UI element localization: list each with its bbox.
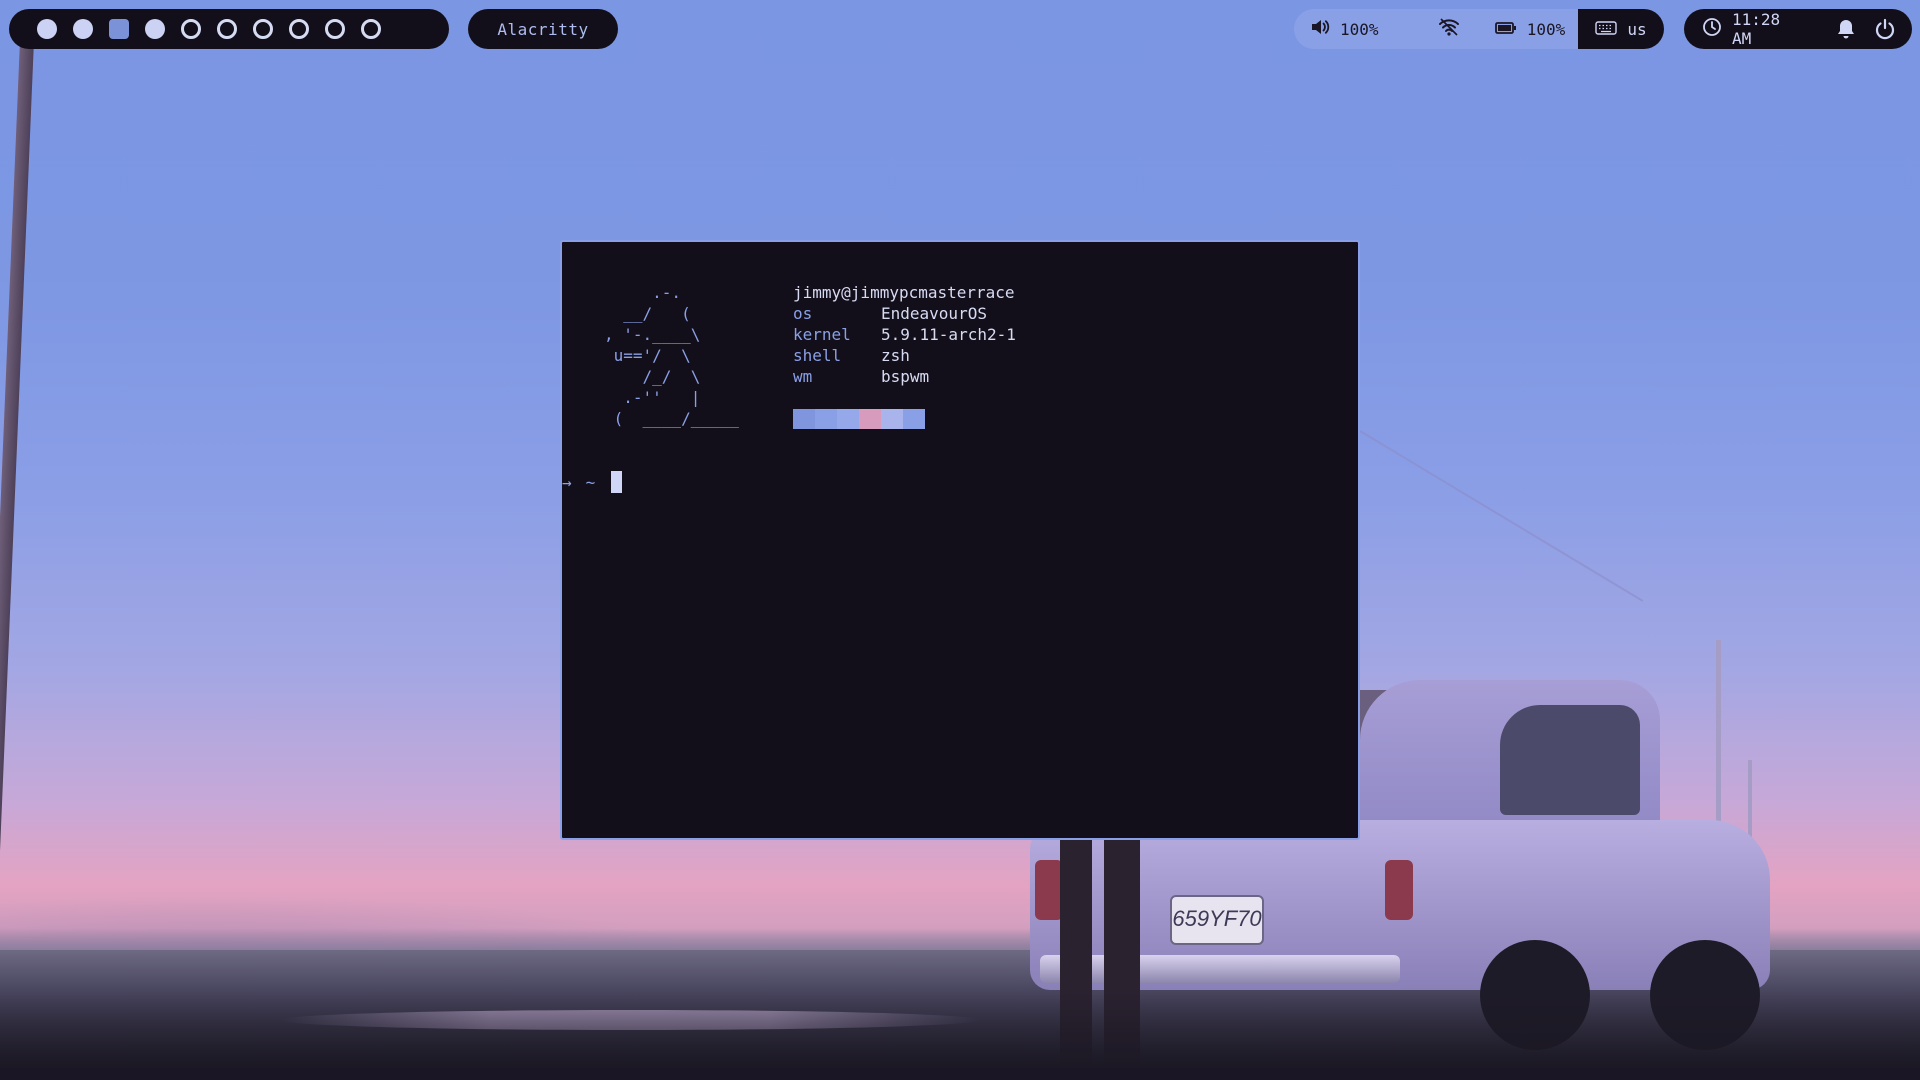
fetch-key: wm [793,367,813,386]
wallpaper-car-window [1500,705,1640,815]
fetch-value: zsh [881,346,910,365]
keyboard-layout-label: us [1627,19,1647,39]
fetch-info: jimmy@jimmypcmasterrace os EndeavourOS ker… [793,282,1016,387]
shell-prompt[interactable]: → ~ [562,471,623,493]
wallpaper-bottom-strip [0,1068,1920,1080]
wallpaper-wire [1359,430,1644,602]
battery-module[interactable]: 100% [1482,20,1578,39]
prompt-directory: ~ [585,472,596,492]
workspace-5-indicator[interactable] [181,19,201,39]
palette-swatch-6 [903,409,925,429]
status-modules: 100% 100% us [1294,9,1664,49]
fetch-value: EndeavourOS [881,304,987,323]
user-host-text: jimmy@jimmypcmasterrace [793,283,1015,302]
workspace-6-indicator[interactable] [217,19,237,39]
fetch-row-wm: wm bspwm [793,366,1016,387]
bell-icon[interactable] [1831,13,1860,45]
workspace-3-indicator[interactable] [109,19,129,39]
fetch-value: bspwm [881,367,930,386]
fetch-row-os: os EndeavourOS [793,303,1016,324]
fetch-user-host: jimmy@jimmypcmasterrace [793,282,1016,303]
workspace-4-indicator[interactable] [145,19,165,39]
workspace-2-indicator[interactable] [73,19,93,39]
workspace-1-indicator[interactable] [37,19,57,39]
fetch-row-kernel: kernel 5.9.11-arch2-1 [793,324,1016,345]
clock-module: 11:28 AM [1684,9,1912,49]
fetch-row-shell: shell zsh [793,345,1016,366]
wifi-icon [1438,17,1460,41]
focused-window-title[interactable]: Alacritty [468,9,618,49]
wallpaper-utility-pole [0,40,34,970]
wallpaper-license-plate: 659YF70 [1170,895,1264,945]
distro-ascii-logo: .-. __/ ( , '-.____\ u=='/ \ /_/ \ .-'' … [604,283,739,428]
workspace-7-indicator[interactable] [253,19,273,39]
workspace-10-indicator[interactable] [361,19,381,39]
prompt-arrow-icon: → [562,472,572,492]
workspace-switcher [9,9,449,49]
workspace-8-indicator[interactable] [289,19,309,39]
fetch-key: os [793,304,813,323]
keyboard-layout-module[interactable]: us [1577,9,1664,49]
speaker-icon [1310,17,1330,41]
palette-swatch-3 [837,409,859,429]
battery-value: 100% [1526,19,1566,39]
clock-time[interactable]: 11:28 AM [1732,10,1803,48]
fetch-key: kernel [793,325,851,344]
fetch-key: shell [793,346,842,365]
power-icon[interactable] [1871,13,1900,45]
color-palette [793,409,925,429]
clock-icon [1702,17,1722,41]
wallpaper-taillight [1035,860,1063,920]
volume-value: 100% [1340,19,1379,39]
desktop: 659YF70 Alacritty 100% 100% us 11:28 AM … [0,0,1920,1080]
palette-swatch-5 [881,409,903,429]
palette-swatch-2 [815,409,837,429]
wifi-module[interactable] [1415,17,1482,41]
palette-swatch-1 [793,409,815,429]
alacritty-terminal-window[interactable]: .-. __/ ( , '-.____\ u=='/ \ /_/ \ .-'' … [560,240,1360,840]
workspace-9-indicator[interactable] [325,19,345,39]
wallpaper-taillight [1385,860,1413,920]
wallpaper-grass [0,990,1920,1070]
volume-module[interactable]: 100% [1310,17,1415,41]
battery-icon [1494,20,1517,39]
fetch-value: 5.9.11-arch2-1 [881,325,1016,344]
text-cursor [611,471,623,493]
palette-swatch-4 [859,409,881,429]
keyboard-icon [1595,20,1618,39]
